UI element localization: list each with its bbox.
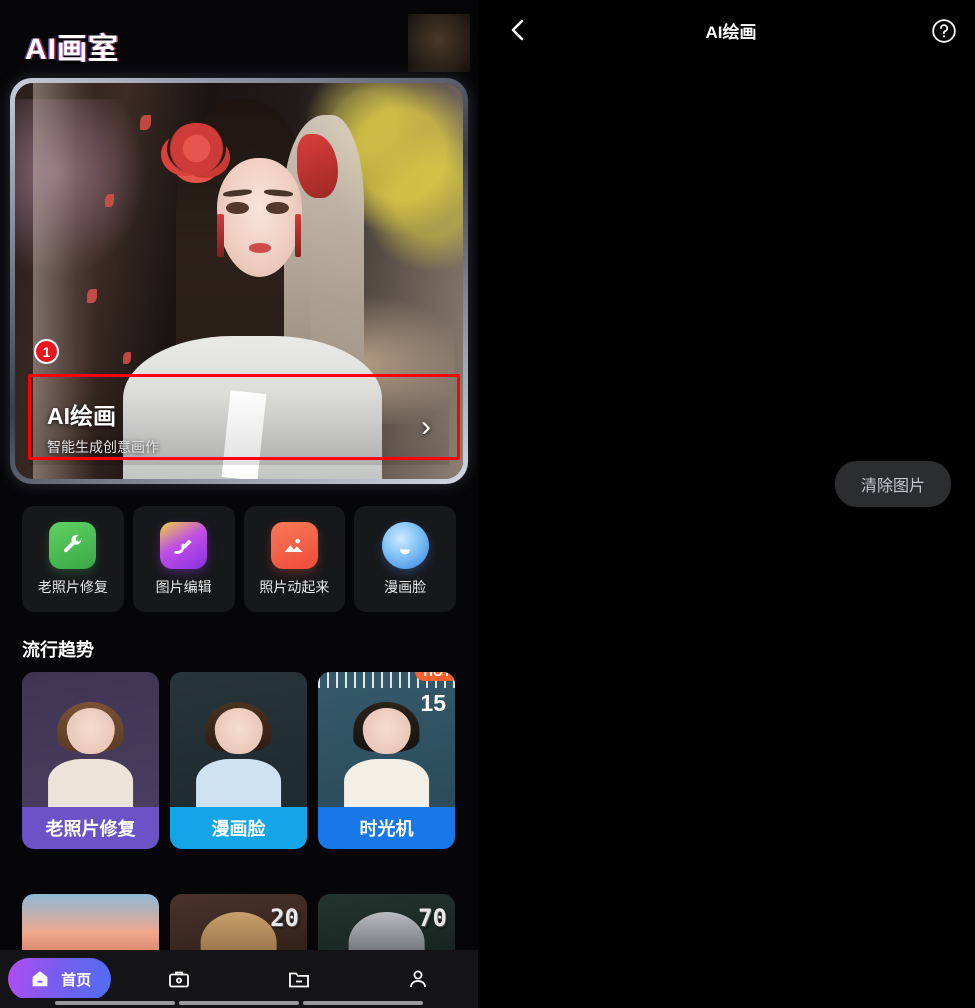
trending-card-number: 20	[270, 904, 299, 932]
wrench-icon	[49, 521, 97, 569]
person-icon	[406, 967, 430, 991]
quick-tool-label: 老照片修复	[37, 578, 108, 595]
hot-badge: HOT	[414, 672, 455, 681]
quick-tool-cartoon-face[interactable]: 漫画脸	[354, 506, 456, 612]
quick-tool-label: 漫画脸	[384, 578, 427, 595]
trending-card-image	[170, 672, 307, 807]
folder-icon	[287, 967, 311, 991]
header-thumbnail	[408, 14, 470, 72]
home-indicator	[0, 998, 478, 1008]
home-icon	[28, 967, 52, 991]
quick-tool-old-photo-restore[interactable]: 老照片修复	[22, 506, 124, 612]
annotation-badge-1: 1	[34, 339, 59, 364]
trending-card[interactable]: 老照片修复	[22, 672, 159, 849]
screen-title: AI绘画	[705, 22, 757, 42]
trending-card[interactable]: 漫画脸	[170, 672, 307, 849]
nav-item-toolbox[interactable]	[120, 967, 240, 991]
question-mark-icon[interactable]	[931, 18, 957, 44]
trending-card-image	[22, 672, 159, 807]
trending-card-label: 老照片修复	[22, 807, 159, 849]
chevron-right-icon: ›	[421, 410, 431, 443]
quick-tool-label: 图片编辑	[155, 578, 212, 595]
quick-tool-label: 照片动起来	[259, 578, 330, 595]
clear-image-button[interactable]: 清除图片	[834, 461, 951, 507]
trending-card[interactable]: HOT 15 时光机	[318, 672, 455, 849]
trending-card-label: 时光机	[318, 807, 455, 849]
home-screen-panel: AI画室 AI绘画 智能生成创意画作 › 1 老照片修复 图片编辑 照片动起来 …	[0, 0, 478, 1008]
quick-tool-image-edit[interactable]: 图片编辑	[132, 506, 235, 612]
hero-cta[interactable]: AI绘画 智能生成创意画作 ›	[29, 389, 449, 465]
nav-item-folder[interactable]	[239, 967, 359, 991]
hero-subtitle: 智能生成创意画作	[47, 439, 159, 455]
trending-card-row: 老照片修复 漫画脸 HOT 15 时光机	[22, 672, 455, 849]
cartoon-bear-icon	[381, 521, 429, 569]
ai-drawing-screen-panel: AI绘画 2 请输入文本对画面进行描述如：用维米尔《戴珍珠耳环的少女》风格画一只…	[487, 0, 975, 1008]
hero-banner-frame: AI绘画 智能生成创意画作 ›	[10, 78, 468, 484]
pen-edit-icon	[160, 521, 208, 569]
nav-item-home[interactable]: 首页	[0, 958, 120, 1000]
trending-card-image: 15	[318, 672, 455, 807]
trending-card-label: 漫画脸	[170, 807, 307, 849]
quick-tool-photo-animate[interactable]: 照片动起来	[243, 506, 346, 612]
app-screenshot: AI画室 AI绘画 智能生成创意画作 › 1 老照片修复 图片编辑 照片动起来 …	[0, 0, 975, 1008]
page-title: AI画室	[25, 33, 119, 66]
section-title-trending: 流行趋势	[22, 640, 94, 660]
toolbox-icon	[167, 967, 191, 991]
nav-label-home: 首页	[61, 971, 92, 989]
panel-divider	[478, 0, 487, 1008]
trending-card-number: 70	[418, 904, 447, 932]
nav-item-profile[interactable]	[359, 967, 479, 991]
hero-banner[interactable]: AI绘画 智能生成创意画作 ›	[15, 83, 463, 479]
quick-tools-grid: 老照片修复 图片编辑 照片动起来 漫画脸	[22, 506, 456, 612]
screen-header: AI绘画	[487, 0, 975, 60]
hero-title: AI绘画	[47, 403, 116, 429]
photo-motion-icon	[270, 521, 318, 569]
